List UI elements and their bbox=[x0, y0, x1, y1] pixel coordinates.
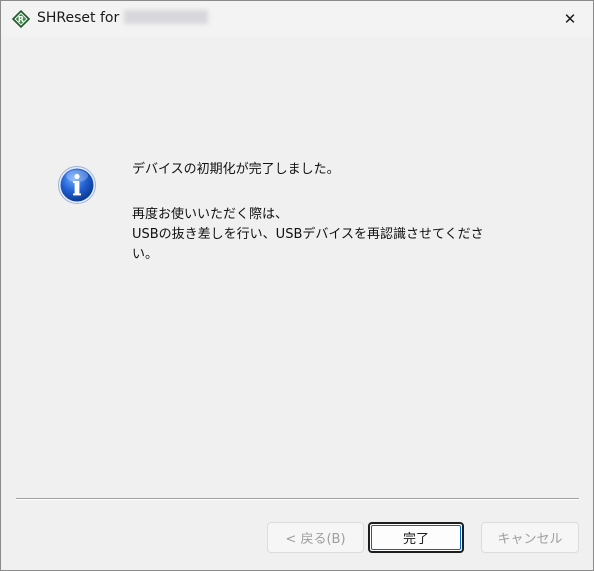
dialog-content: デバイスの初期化が完了しました。 再度お使いいただく際は、 USBの抜き差しを行… bbox=[1, 37, 593, 570]
message-line-1: デバイスの初期化が完了しました。 bbox=[132, 162, 340, 177]
window-title-text: SHReset for bbox=[37, 10, 120, 26]
close-icon: ✕ bbox=[563, 10, 577, 28]
app-logo-icon: R bbox=[11, 9, 31, 29]
title-bar: R SHReset for ✕ bbox=[1, 1, 593, 37]
redacted-model-name bbox=[124, 10, 209, 24]
back-button[interactable]: < 戻る(B) bbox=[267, 522, 364, 553]
svg-text:R: R bbox=[18, 15, 24, 24]
close-button[interactable]: ✕ bbox=[547, 1, 593, 37]
cancel-button[interactable]: キャンセル bbox=[481, 522, 579, 553]
footer-divider bbox=[16, 498, 579, 500]
message-line-3: USBの抜き差しを行い、USBデバイスを再認識させてくださ bbox=[132, 227, 484, 242]
message-line-2: 再度お使いいただく際は、 bbox=[132, 207, 289, 222]
window-title: SHReset for bbox=[37, 10, 209, 26]
message-line-4: い。 bbox=[132, 247, 159, 262]
info-icon bbox=[57, 165, 97, 205]
finish-button[interactable]: 完了 bbox=[368, 522, 464, 553]
dialog-window: R SHReset for ✕ デバイスの初期化が完了しました。 再度お使いいた… bbox=[0, 0, 594, 571]
